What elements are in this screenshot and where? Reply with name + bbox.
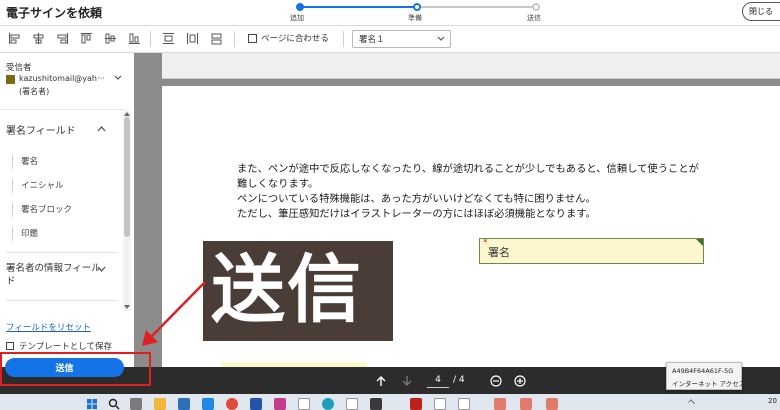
required-mark: * (483, 238, 488, 248)
start-icon[interactable] (86, 398, 98, 410)
document-line: 難しくなります。 (237, 178, 319, 190)
step-dot-prepare (413, 3, 421, 11)
app-icon[interactable] (494, 398, 506, 410)
recipient-role: (署名者) (19, 87, 50, 96)
divider (6, 252, 118, 253)
fields-panel: 署名フィールド 署名 イニシャル 署名ブロック 印鑑 署名者の情報フィールド (0, 109, 126, 309)
signature-fields-title[interactable]: 署名フィールド (6, 122, 76, 137)
same-size-icon[interactable] (210, 32, 223, 45)
align-top-icon[interactable] (80, 32, 93, 45)
send-callout: 送信 (203, 241, 393, 341)
toolbar-separator (234, 31, 235, 47)
field-item-signature-block[interactable]: 署名ブロック (12, 203, 72, 217)
tooltip-network-name: A49B4F64A61F-5G (672, 367, 734, 375)
close-button[interactable]: 閉じる (742, 2, 780, 21)
chevron-down-icon (437, 36, 445, 41)
annotation-highlight (0, 352, 151, 386)
recipient-email[interactable]: kazushitomail@yah··· (19, 74, 114, 83)
toolbar-separator (150, 31, 151, 47)
app-icon[interactable] (322, 398, 334, 410)
step-label-add: 追加 (290, 14, 304, 22)
document-line: ただし、筆圧感知だけはイラストレーターの方にはほぼ必須機能となります。 (237, 208, 596, 220)
page-title: 電子サインを依頼 (6, 6, 103, 20)
align-bottom-icon[interactable] (128, 32, 141, 45)
signer-select-value: 署名１ (359, 35, 385, 45)
align-middle-icon[interactable] (104, 32, 117, 45)
field-item-initials[interactable]: イニシャル (12, 179, 64, 193)
file-explorer-icon[interactable] (154, 398, 166, 410)
chevron-down-icon[interactable] (97, 266, 106, 273)
app-icon[interactable] (546, 398, 558, 410)
recipients-title: 受信者 (6, 63, 32, 73)
save-template-checkbox[interactable] (6, 342, 14, 350)
send-callout-text: 送信 (211, 247, 363, 333)
step-label-send: 送信 (527, 14, 541, 22)
progress-steps: 追加 準備 送信 (290, 3, 541, 23)
document-icon[interactable] (458, 398, 470, 410)
task-view-icon[interactable] (130, 398, 142, 410)
tray-overflow[interactable]: へ (688, 397, 695, 407)
step-label-prepare: 準備 (408, 14, 422, 22)
signer-select[interactable]: 署名１ (352, 30, 451, 48)
document-body-text: また、ペンが途中で反応しなくなったり、線が途切れることが少しでもあると、信頼して… (237, 162, 757, 222)
app-icon[interactable] (520, 398, 532, 410)
search-icon[interactable] (108, 398, 120, 410)
mail-icon[interactable] (178, 398, 190, 410)
signer-info-title[interactable]: 署名者の情報フィールド (6, 262, 102, 288)
zoom-out-icon[interactable] (490, 375, 502, 387)
app-icon[interactable] (370, 398, 382, 410)
distribute-vertical-icon[interactable] (186, 32, 199, 45)
save-template-label: テンプレートとして保存 (19, 342, 112, 352)
document-icon[interactable] (346, 398, 358, 410)
divider (6, 300, 118, 301)
edge-icon[interactable] (202, 398, 214, 410)
arrow-up-icon[interactable] (375, 375, 387, 387)
arrow-down-icon[interactable] (401, 375, 413, 387)
chrome-icon[interactable] (226, 398, 238, 410)
reset-fields-link[interactable]: フィールドをリセット (6, 321, 91, 333)
previous-page-bottom (162, 53, 780, 79)
page-number-input[interactable] (427, 373, 449, 388)
acrobat-icon[interactable] (410, 398, 422, 410)
app-icon[interactable] (274, 398, 286, 410)
scrollbar-thumb[interactable] (124, 117, 130, 237)
document-icon[interactable] (434, 398, 446, 410)
field-item-signature[interactable]: 署名 (12, 155, 38, 169)
field-item-stamp[interactable]: 印鑑 (12, 227, 38, 241)
align-center-icon[interactable] (32, 32, 45, 45)
network-tooltip: A49B4F64A61F-5G インターネット アクセス (666, 362, 746, 390)
toolbar-separator (343, 31, 344, 47)
step-dot-add (296, 3, 304, 11)
app-icon[interactable] (250, 398, 262, 410)
resize-handle[interactable] (696, 239, 703, 246)
annotation-arrow-icon (142, 281, 206, 346)
signature-field[interactable]: * 署名 (479, 238, 704, 264)
fit-page-label: ページに合わせる (261, 34, 329, 44)
align-right-icon[interactable] (56, 32, 69, 45)
signature-field-label: 署名 (488, 246, 510, 259)
align-left-icon[interactable] (8, 32, 21, 45)
distribute-horizontal-icon[interactable] (162, 32, 175, 45)
app-window: 電子サインを依頼 追加 準備 送信 閉じる ページに合わせる 署名１ また、ペン… (0, 0, 780, 410)
step-dot-send (532, 3, 540, 11)
document-icon[interactable] (298, 398, 310, 410)
progress-track-done (298, 6, 417, 8)
header: 電子サインを依頼 追加 準備 送信 閉じる (0, 0, 780, 26)
tooltip-network-status: インターネット アクセス (672, 380, 746, 388)
chevron-down-icon[interactable] (114, 75, 122, 81)
fit-page-checkbox[interactable] (248, 34, 257, 43)
taskbar: へ 20 (0, 394, 780, 410)
zoom-in-icon[interactable] (514, 375, 526, 387)
left-panel: 受信者 kazushitomail@yah··· (署名者) 署名フィールド 署… (0, 53, 134, 367)
chevron-up-icon[interactable] (97, 125, 106, 132)
recipient-color-swatch (6, 75, 15, 84)
toolbar: ページに合わせる 署名１ (0, 26, 780, 53)
document-line: また、ペンが途中で反応しなくなったり、線が途切れることが少しでもあると、信頼して… (237, 163, 699, 175)
scroll-up-icon[interactable] (124, 111, 130, 116)
document-line: ペンについている特殊機能は、あった方がいいけどなくても特に困りません。 (237, 193, 596, 205)
clock[interactable]: 20 (768, 397, 777, 405)
page-total: / 4 (453, 375, 465, 385)
